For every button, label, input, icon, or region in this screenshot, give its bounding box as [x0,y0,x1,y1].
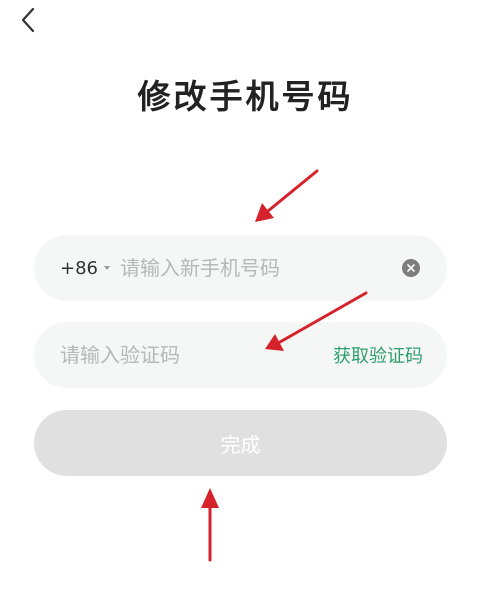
phone-number-input[interactable] [120,235,392,301]
close-icon [407,264,415,272]
chevron-left-icon [20,7,36,33]
page-title: 修改手机号码 [137,77,354,116]
annotation-arrow-phone [255,169,319,222]
country-code-label: +86 [60,257,98,279]
clear-button[interactable] [402,259,420,277]
done-button[interactable]: 完成 [34,410,447,476]
dropdown-caret-icon [104,266,110,270]
country-code-selector[interactable]: +86 [60,235,110,301]
back-button[interactable] [14,6,42,34]
verification-code-field: 获取验证码 [34,322,447,388]
get-verification-code-button[interactable]: 获取验证码 [333,322,423,388]
annotation-arrow-done [201,488,219,562]
verification-code-input[interactable] [60,322,310,388]
phone-field: +86 [34,235,447,301]
